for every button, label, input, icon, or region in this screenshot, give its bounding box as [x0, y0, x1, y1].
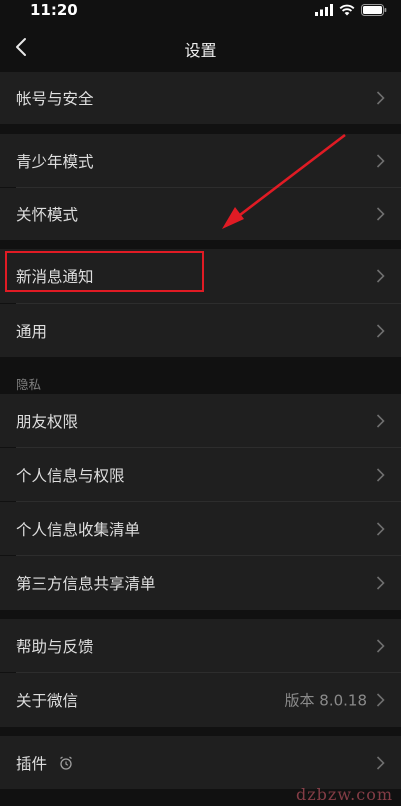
row-label: 帮助与反馈 — [16, 637, 94, 656]
nav-bar: 设置 — [0, 22, 401, 72]
row-plugins[interactable]: 插件 — [0, 736, 401, 789]
row-personal-info-permissions[interactable]: 个人信息与权限 — [0, 448, 401, 501]
watermark: dzbzw.com — [296, 785, 393, 804]
row-label: 关怀模式 — [16, 206, 79, 224]
row-account-security[interactable]: 帐号与安全 — [0, 72, 401, 124]
row-third-party-sharing[interactable]: 第三方信息共享清单 — [0, 556, 401, 610]
status-time: 11:20 — [30, 1, 78, 19]
status-bar: 11:20 — [0, 0, 401, 22]
row-label: 第三方信息共享清单 — [16, 575, 156, 593]
row-label: 通用 — [16, 322, 48, 341]
row-label: 朋友权限 — [16, 412, 79, 431]
row-personal-info-collection[interactable]: 个人信息收集清单 — [0, 502, 401, 555]
wifi-icon — [339, 4, 355, 16]
row-friend-permissions[interactable]: 朋友权限 — [0, 394, 401, 447]
row-general[interactable]: 通用 — [0, 304, 401, 357]
chevron-right-icon — [376, 91, 385, 105]
row-care-mode[interactable]: 关怀模式 — [0, 188, 401, 240]
version-value: 版本 8.0.18 — [284, 691, 367, 710]
chevron-right-icon — [376, 638, 385, 653]
chevron-right-icon — [376, 521, 385, 536]
row-label: 个人信息与权限 — [16, 466, 125, 485]
settings-screen: 11:20 设置 帐号与安全 青少年模式 关怀模式 新消息通知 通用 隐私 朋友… — [0, 0, 401, 806]
chevron-right-icon — [376, 269, 385, 283]
chevron-right-icon — [376, 755, 385, 770]
highlight-box — [5, 251, 204, 292]
chevron-right-icon — [376, 207, 385, 221]
row-label: 帐号与安全 — [16, 90, 94, 108]
row-label: 关于微信 — [16, 692, 79, 710]
chevron-right-icon — [376, 323, 385, 338]
chevron-right-icon — [376, 693, 385, 707]
battery-icon — [361, 4, 387, 16]
row-help-feedback[interactable]: 帮助与反馈 — [0, 619, 401, 672]
row-label: 插件 — [16, 754, 48, 773]
row-label: 青少年模式 — [16, 152, 94, 171]
section-header-privacy: 隐私 — [16, 377, 42, 392]
chevron-right-icon — [376, 467, 385, 482]
page-title: 设置 — [184, 41, 217, 60]
plugin-alarm-icon — [60, 755, 72, 770]
chevron-right-icon — [376, 576, 385, 590]
row-label: 个人信息收集清单 — [16, 520, 141, 539]
row-youth-mode[interactable]: 青少年模式 — [0, 134, 401, 187]
chevron-right-icon — [376, 413, 385, 428]
row-about-wechat[interactable]: 关于微信 版本 8.0.18 — [0, 673, 401, 727]
signal-icon — [315, 4, 333, 16]
chevron-right-icon — [376, 153, 385, 168]
status-icons — [315, 3, 387, 17]
